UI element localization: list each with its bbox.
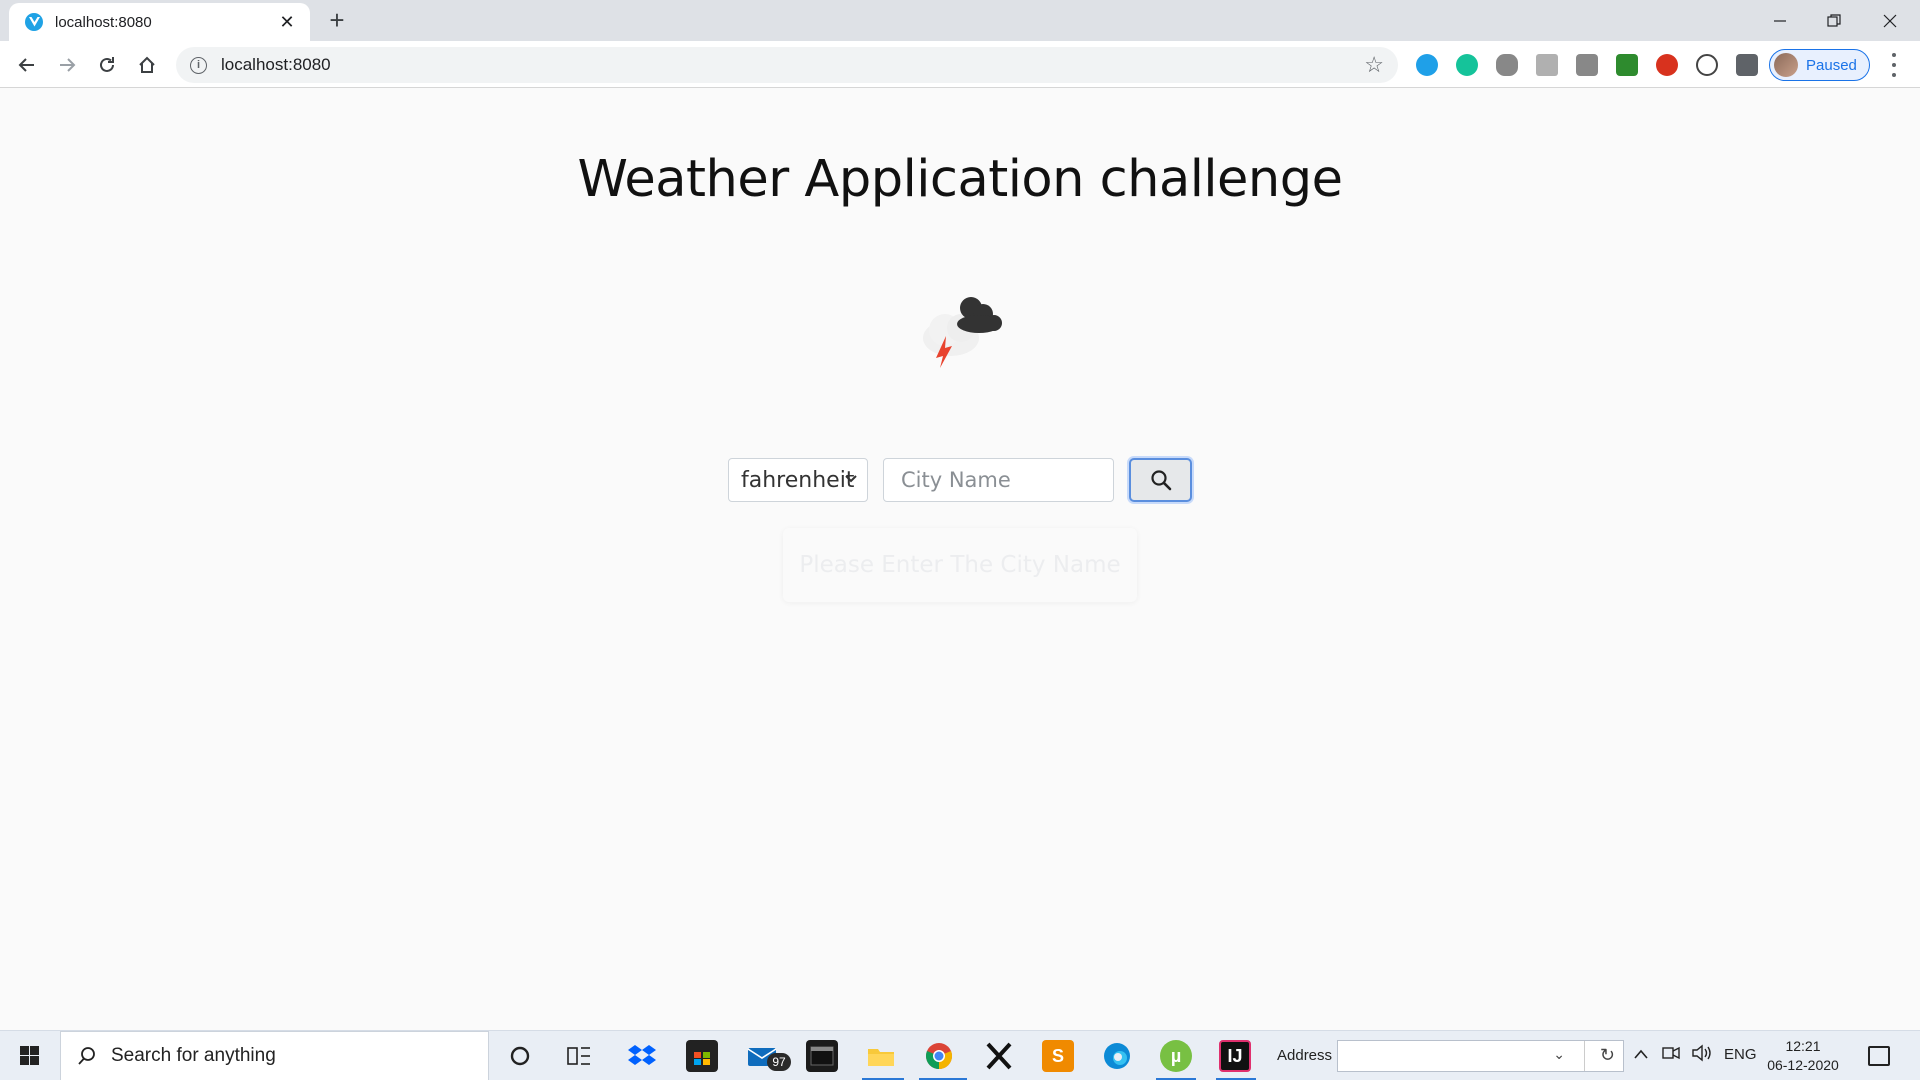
clock-date: 06-12-2020: [1767, 1057, 1839, 1073]
search-button[interactable]: [1129, 458, 1192, 502]
chrome-icon[interactable]: [923, 1040, 955, 1072]
extension-skype-icon[interactable]: [1416, 54, 1438, 76]
dropbox-icon[interactable]: [626, 1040, 658, 1072]
restore-button[interactable]: [1806, 0, 1862, 41]
browser-tab[interactable]: localhost:8080 ✕: [9, 3, 310, 41]
new-tab-button[interactable]: +: [322, 5, 352, 36]
thunderstorm-weather-icon: [923, 297, 1002, 368]
tab-title: localhost:8080: [55, 13, 152, 31]
mail-unread-badge: 97: [767, 1053, 791, 1071]
windows-taskbar: Search for anything 97 S µ IJ Address ⌄ …: [0, 1030, 1920, 1080]
profile-status: Paused: [1806, 56, 1857, 74]
extensions-puzzle-icon[interactable]: [1736, 54, 1758, 76]
unit-select-value: fahrenheit: [741, 467, 855, 493]
cortana-icon[interactable]: [504, 1040, 536, 1072]
profile-button[interactable]: Paused: [1769, 49, 1870, 81]
sublime-text-icon[interactable]: S: [1042, 1040, 1074, 1072]
task-view-icon[interactable]: [563, 1040, 595, 1072]
reload-button[interactable]: [92, 50, 122, 80]
page-title: Weather Application challenge: [577, 150, 1343, 209]
browser-toolbar: i localhost:8080 ☆ Paused: [0, 41, 1920, 88]
address-bar-url[interactable]: localhost:8080: [221, 55, 1364, 75]
reload-icon: [100, 57, 114, 72]
back-arrow-icon: [18, 58, 34, 72]
home-icon: [139, 56, 155, 73]
meet-now-icon[interactable]: [1662, 1045, 1680, 1065]
avatar: [1774, 53, 1798, 77]
utorrent-icon[interactable]: µ: [1160, 1040, 1192, 1072]
browser-menu-icon[interactable]: [1884, 53, 1904, 77]
system-clock[interactable]: 12:21 06-12-2020: [1763, 1037, 1843, 1075]
microsoft-store-icon[interactable]: [686, 1040, 718, 1072]
notification-center-icon[interactable]: [1868, 1046, 1890, 1066]
extension-camera-icon[interactable]: [1576, 54, 1598, 76]
city-hint-message: Please Enter The City Name: [783, 528, 1137, 602]
extension-html-tree-icon[interactable]: [1616, 54, 1638, 76]
close-window-button[interactable]: [1862, 0, 1918, 41]
intellij-icon[interactable]: IJ: [1219, 1040, 1251, 1072]
forward-button[interactable]: [52, 50, 82, 80]
taskbar-search-box[interactable]: Search for anything: [60, 1031, 489, 1080]
hint-text: Please Enter The City Name: [799, 552, 1121, 578]
browser-tab-strip: localhost:8080 ✕ +: [0, 0, 1920, 41]
home-button[interactable]: [132, 50, 162, 80]
chevron-up-icon[interactable]: [1634, 1046, 1648, 1063]
windows-start-icon[interactable]: [8, 1043, 50, 1069]
input-language[interactable]: ENG: [1724, 1046, 1757, 1063]
extension-bug-icon[interactable]: [1496, 54, 1518, 76]
chevron-down-icon[interactable]: ⌄: [1553, 1046, 1565, 1063]
divider: [1584, 1041, 1585, 1071]
search-icon: [1150, 470, 1171, 491]
temperature-unit-select[interactable]: fahrenheit: [728, 458, 868, 502]
volume-icon[interactable]: [1691, 1044, 1713, 1066]
edge-icon[interactable]: [1101, 1040, 1133, 1072]
minimize-button[interactable]: [1752, 0, 1808, 41]
address-toolbar-label: Address: [1277, 1047, 1333, 1064]
terminal-icon[interactable]: [806, 1040, 838, 1072]
chevron-down-icon: [845, 471, 857, 487]
xming-icon[interactable]: [983, 1040, 1015, 1072]
close-tab-icon[interactable]: ✕: [276, 12, 298, 33]
extension-grammarly-icon[interactable]: [1456, 54, 1478, 76]
taskbar-search-placeholder: Search for anything: [111, 1045, 276, 1066]
extension-tool-icon[interactable]: [1536, 54, 1558, 76]
extension-code-icon[interactable]: [1696, 54, 1718, 76]
extension-meteor-icon[interactable]: [1656, 54, 1678, 76]
bookmark-star-icon[interactable]: ☆: [1364, 52, 1384, 78]
file-explorer-icon[interactable]: [865, 1040, 897, 1072]
address-toolbar-input[interactable]: ⌄ ↻: [1337, 1040, 1624, 1072]
site-info-icon[interactable]: i: [190, 56, 207, 74]
refresh-icon[interactable]: ↻: [1600, 1045, 1615, 1066]
back-button[interactable]: [12, 50, 42, 80]
clock-time: 12:21: [1785, 1038, 1821, 1054]
city-name-input[interactable]: [883, 458, 1114, 502]
address-bar[interactable]: i localhost:8080 ☆: [176, 47, 1398, 83]
search-icon: [78, 1047, 95, 1065]
forward-arrow-icon: [60, 58, 76, 72]
vue-favicon-icon: [25, 13, 43, 31]
